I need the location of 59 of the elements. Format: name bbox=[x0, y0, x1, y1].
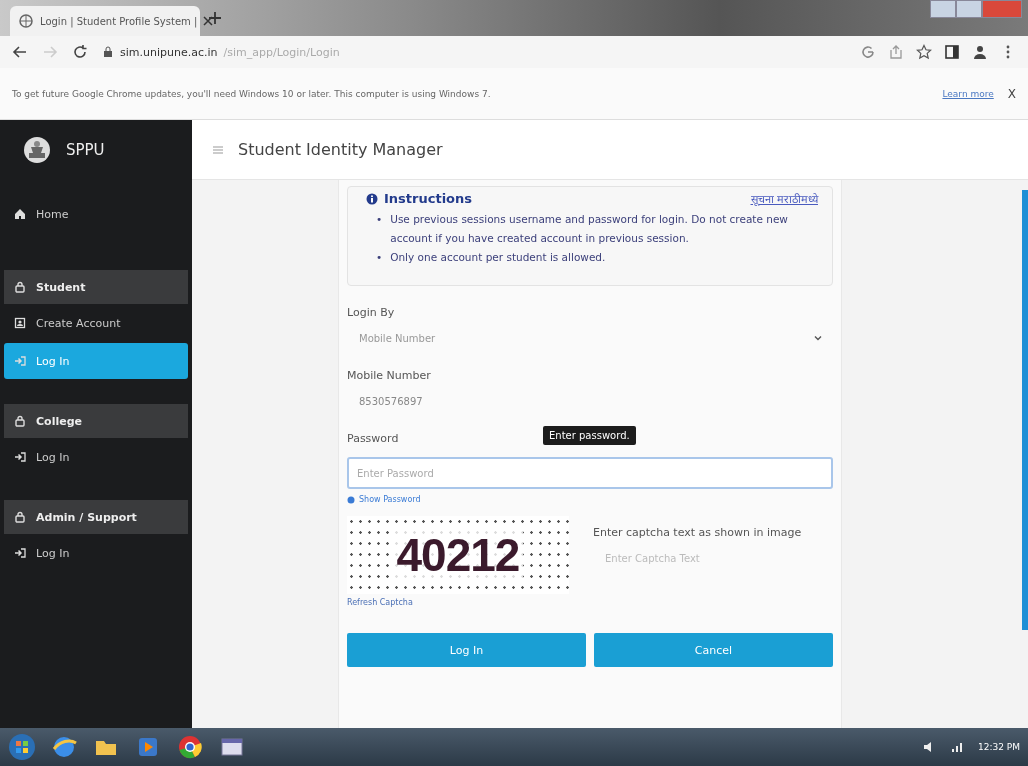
side-panel-icon[interactable] bbox=[944, 44, 960, 60]
lock-icon bbox=[14, 415, 26, 427]
chrome-icon[interactable] bbox=[176, 733, 204, 761]
sign-in-icon bbox=[14, 355, 26, 367]
tab-title: Login | Student Profile System | bbox=[40, 15, 198, 27]
lock-icon bbox=[14, 511, 26, 523]
info-icon bbox=[366, 192, 378, 205]
password-field[interactable]: Enter Password bbox=[347, 457, 833, 489]
log-in-button[interactable]: Log In bbox=[347, 633, 586, 667]
reload-icon[interactable] bbox=[72, 44, 88, 60]
dot-icon bbox=[347, 495, 355, 504]
close-icon[interactable] bbox=[203, 16, 214, 26]
bullet: • bbox=[376, 250, 383, 265]
brand-name: SPPU bbox=[66, 141, 105, 159]
field-label: Mobile Number bbox=[347, 369, 431, 382]
field-label: Password bbox=[347, 432, 399, 445]
sidebar-item[interactable]: Log In bbox=[4, 535, 188, 571]
field-label: Enter captcha text as shown in image bbox=[593, 526, 802, 539]
update-message: To get future Google Chrome updates, you'll need Windows 10 or later. This computer is using Windows 7. bbox=[12, 88, 491, 99]
sidebar-section-header: College bbox=[4, 404, 188, 438]
back-arrow-icon[interactable] bbox=[12, 44, 28, 60]
chevron-down-icon bbox=[813, 333, 823, 343]
emblem-icon bbox=[22, 135, 52, 165]
sidebar-item[interactable]: Home bbox=[4, 196, 188, 232]
google-icon[interactable] bbox=[860, 44, 876, 60]
id-card-icon bbox=[14, 317, 26, 329]
bullet: • bbox=[376, 212, 383, 227]
instruction-item: Only one account per student is allowed. bbox=[390, 250, 607, 265]
learn-more-link[interactable]: Learn more bbox=[942, 88, 994, 99]
cancel-button[interactable]: Cancel bbox=[594, 633, 833, 667]
lock-icon bbox=[14, 281, 26, 293]
home-icon bbox=[14, 208, 26, 220]
show-password-link[interactable]: Show Password bbox=[347, 495, 833, 504]
start-button[interactable] bbox=[8, 733, 36, 761]
close-infobar-button[interactable]: X bbox=[1007, 86, 1016, 101]
captcha-image: 40212 bbox=[347, 516, 569, 594]
sign-in-icon bbox=[14, 547, 26, 559]
marathi-instructions-link[interactable]: सूचना मराठीमध्ये bbox=[750, 191, 818, 206]
sidebar-item[interactable]: Log In bbox=[4, 439, 188, 475]
field-label: Login By bbox=[347, 306, 395, 319]
refresh-captcha-link[interactable]: Refresh Captcha bbox=[347, 598, 569, 607]
star-icon[interactable] bbox=[916, 44, 932, 60]
sign-in-icon bbox=[14, 451, 26, 463]
mobile-number-field[interactable]: 8530576897 bbox=[347, 386, 833, 416]
page-title: Student Identity Manager bbox=[238, 140, 443, 159]
clock[interactable]: 12:32 PM bbox=[978, 742, 1020, 752]
instruction-item: Use previous sessions username and password for login. Do not create new account if you have created account in previous session. bbox=[390, 212, 789, 246]
globe-icon bbox=[18, 13, 34, 29]
new-tab-icon[interactable] bbox=[208, 11, 222, 25]
lock-icon bbox=[102, 46, 114, 58]
sidebar-section-header: Student bbox=[4, 270, 188, 304]
profile-icon[interactable] bbox=[972, 44, 988, 60]
captcha-field[interactable]: Enter Captcha Text bbox=[593, 543, 833, 573]
network-icon[interactable] bbox=[950, 740, 964, 754]
share-icon[interactable] bbox=[888, 44, 904, 60]
sidebar-section-header: Admin / Support bbox=[4, 500, 188, 534]
sidebar-item[interactable]: Create Account bbox=[4, 305, 188, 341]
tooltip: Enter password. bbox=[543, 426, 636, 445]
instructions-title: Instructions bbox=[384, 191, 472, 206]
